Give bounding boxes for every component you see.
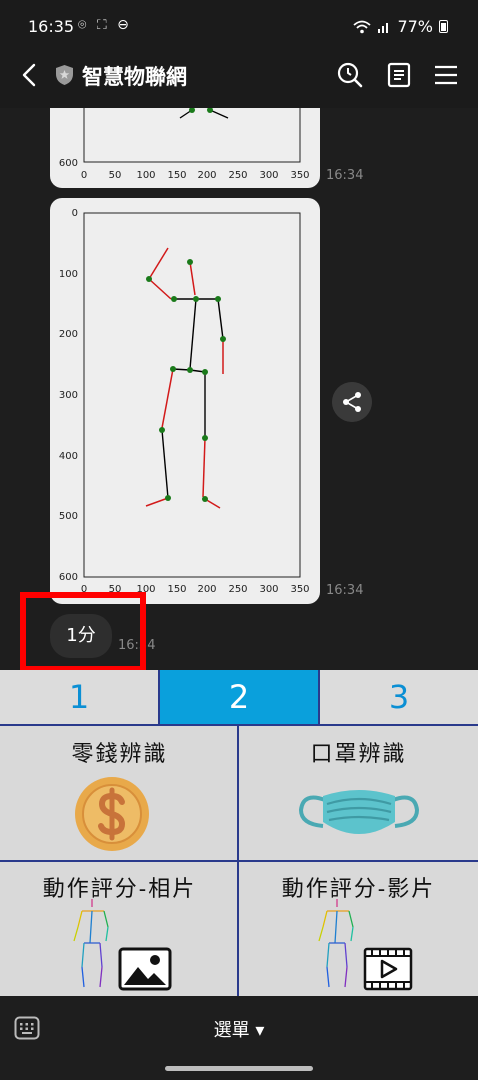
image-message[interactable]: 600 0 50 100 150 200 250 300 350 bbox=[50, 108, 320, 188]
menu-item-motion-score-video[interactable]: 動作評分-影片 bbox=[239, 861, 478, 996]
x-tick-label: 150 bbox=[167, 584, 186, 595]
x-tick-label: 250 bbox=[228, 584, 247, 595]
y-tick-label: 100 bbox=[59, 269, 78, 280]
stick-figure-icon bbox=[73, 899, 109, 988]
back-icon[interactable] bbox=[18, 62, 44, 88]
x-tick-label: 350 bbox=[290, 170, 309, 181]
chat-room-title: 智慧物聯網 bbox=[82, 65, 187, 89]
share-icon[interactable] bbox=[332, 382, 372, 422]
tab-1[interactable]: 1 bbox=[0, 670, 160, 724]
chat-area[interactable]: 600 0 50 100 150 200 250 300 350 16:34 0… bbox=[0, 108, 478, 670]
rich-menu: 1 2 3 零錢辨識 口罩辨識 動作評分-相片 動作評分-影片 bbox=[0, 670, 478, 996]
status-right: 77% bbox=[353, 17, 448, 36]
menu-item-mask-recognition[interactable]: 口罩辨識 bbox=[239, 726, 478, 861]
photo-icon bbox=[118, 947, 172, 991]
menu-item-label: 零錢辨識 bbox=[71, 742, 168, 767]
navigation-bar bbox=[0, 1062, 478, 1080]
pose-plot-image: 600 0 50 100 150 200 250 300 350 bbox=[59, 108, 310, 181]
menu-toggle-button[interactable]: 選單 ▾ bbox=[0, 1016, 478, 1042]
x-tick-label: 50 bbox=[109, 170, 122, 181]
pose-plot-image: 0 100 200 300 400 500 600 0 50 100 150 2… bbox=[59, 208, 310, 595]
battery-percent: 77% bbox=[397, 17, 433, 36]
menu-icon[interactable] bbox=[432, 61, 460, 89]
y-tick-label: 500 bbox=[59, 511, 78, 522]
x-tick-labels: 0 50 100 150 200 250 300 350 bbox=[81, 170, 310, 181]
video-icon bbox=[363, 947, 413, 991]
status-time: 16:35 bbox=[28, 17, 75, 36]
y-tick-label: 400 bbox=[59, 451, 78, 462]
notes-icon[interactable] bbox=[385, 61, 413, 89]
image-message[interactable]: 0 100 200 300 400 500 600 0 50 100 150 2… bbox=[50, 198, 320, 604]
x-tick-label: 150 bbox=[167, 170, 186, 181]
coin-icon bbox=[75, 777, 149, 851]
stick-figure-icon bbox=[318, 899, 354, 988]
x-tick-label: 0 bbox=[81, 170, 87, 181]
y-tick-label: 200 bbox=[59, 329, 78, 340]
y-tick-label: 600 bbox=[59, 572, 78, 583]
tab-2[interactable]: 2 bbox=[160, 670, 320, 724]
y-tick-label: 0 bbox=[72, 208, 78, 219]
y-tick-label: 600 bbox=[59, 158, 78, 169]
x-tick-label: 300 bbox=[259, 170, 278, 181]
message-time: 16:34 bbox=[326, 583, 364, 598]
x-tick-label: 250 bbox=[228, 170, 247, 181]
menu-item-motion-score-photo[interactable]: 動作評分-相片 bbox=[0, 861, 239, 996]
battery-icon bbox=[439, 20, 448, 33]
tab-3[interactable]: 3 bbox=[320, 670, 478, 724]
menu-item-label: 口罩辨識 bbox=[310, 742, 407, 767]
status-notification-icons: ⌾ ⛶ ⊖ bbox=[78, 17, 132, 33]
grid-divider-horizontal bbox=[0, 860, 478, 862]
home-indicator[interactable] bbox=[165, 1066, 313, 1071]
wifi-icon bbox=[353, 20, 372, 33]
message-time: 16:34 bbox=[326, 168, 364, 183]
search-history-icon[interactable] bbox=[336, 61, 364, 89]
x-tick-label: 100 bbox=[136, 170, 155, 181]
x-tick-label: 200 bbox=[197, 584, 216, 595]
menu-item-coin-recognition[interactable]: 零錢辨識 bbox=[0, 726, 239, 861]
x-tick-label: 300 bbox=[259, 584, 278, 595]
status-bar: 16:35 ⌾ ⛶ ⊖ 77% bbox=[0, 0, 478, 42]
y-tick-labels: 0 100 200 300 400 500 600 bbox=[59, 208, 78, 583]
highlight-annotation bbox=[20, 592, 146, 670]
bottom-bar: 選單 ▾ bbox=[0, 996, 478, 1062]
chat-header: 智慧物聯網 bbox=[0, 42, 478, 108]
x-tick-label: 200 bbox=[197, 170, 216, 181]
menu-tabs: 1 2 3 bbox=[0, 670, 478, 726]
x-tick-label: 350 bbox=[290, 584, 309, 595]
shield-icon bbox=[56, 65, 73, 85]
face-mask-icon bbox=[298, 790, 420, 834]
y-tick-label: 300 bbox=[59, 390, 78, 401]
signal-icon bbox=[378, 22, 389, 33]
